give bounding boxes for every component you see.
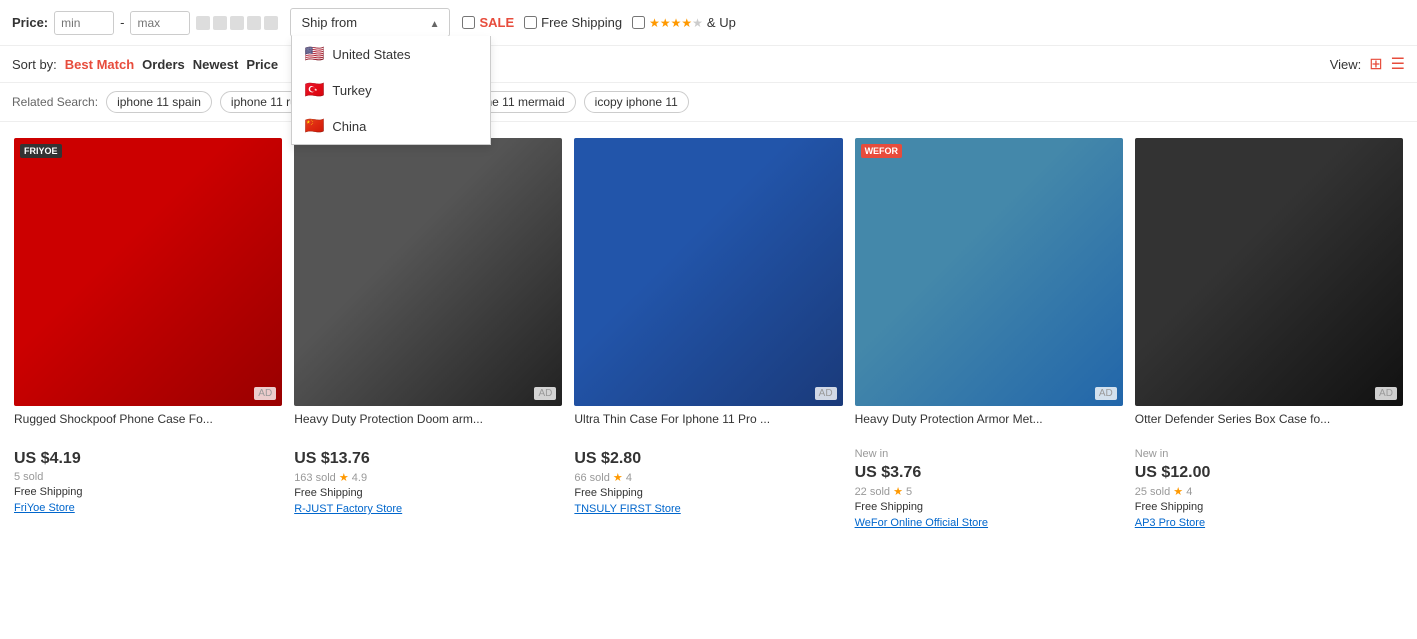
product-meta-3: 66 sold ★ 4 [574, 471, 842, 484]
store-link-4[interactable]: WeFor Online Official Store [855, 517, 1123, 529]
product-card-1[interactable]: FRIYOE AD Rugged Shockpoof Phone Case Fo… [8, 132, 288, 535]
product-price-3: US $2.80 [574, 450, 842, 468]
store-link-2[interactable]: R-JUST Factory Store [294, 503, 562, 515]
product-meta-5: 25 sold ★ 4 [1135, 485, 1403, 498]
ad-badge-3: AD [815, 387, 837, 400]
ship-from-trigger[interactable]: Ship from [291, 9, 449, 36]
product-img-placeholder-2 [294, 138, 562, 406]
product-image-4: WEFOR AD [855, 138, 1123, 406]
stars-icon: ★★★★★ [649, 16, 703, 30]
us-label: United States [332, 47, 410, 62]
new-in-5: New in [1135, 448, 1403, 460]
product-meta-1: 5 sold [14, 471, 282, 483]
ship-from-label: Ship from [301, 15, 357, 30]
ad-badge-5: AD [1375, 387, 1397, 400]
turkey-flag-icon: 🇹🇷 [304, 80, 324, 100]
sale-checkbox[interactable] [462, 16, 475, 29]
free-shipping-checkbox[interactable] [524, 16, 537, 29]
sort-orders[interactable]: Orders [142, 57, 185, 72]
price-min-input[interactable] [54, 11, 114, 35]
product-price-2: US $13.76 [294, 450, 562, 468]
tag-iphone11-spain[interactable]: iphone 11 spain [106, 91, 212, 113]
ship-from-us[interactable]: 🇺🇸 United States [292, 36, 490, 72]
ad-badge-2: AD [534, 387, 556, 400]
product-img-placeholder-3 [574, 138, 842, 406]
sale-label: SALE [479, 15, 514, 30]
product-card-5[interactable]: AD Otter Defender Series Box Case fo... … [1129, 132, 1409, 535]
ship-from-dropdown[interactable]: Ship from 🇺🇸 United States 🇹🇷 Turkey 🇨🇳 … [290, 8, 450, 37]
product-card-4[interactable]: WEFOR AD Heavy Duty Protection Armor Met… [849, 132, 1129, 535]
sort-label: Sort by: [12, 57, 57, 72]
product-image-5: AD [1135, 138, 1403, 406]
product-card-3[interactable]: AD Ultra Thin Case For Iphone 11 Pro ...… [568, 132, 848, 535]
ship-from-turkey[interactable]: 🇹🇷 Turkey [292, 72, 490, 108]
ad-badge-4: AD [1095, 387, 1117, 400]
sort-newest[interactable]: Newest [193, 57, 239, 72]
store-link-1[interactable]: FriYoe Store [14, 502, 282, 514]
product-title-2: Heavy Duty Protection Doom arm... [294, 412, 562, 446]
filter-checks: SALE Free Shipping ★★★★★ & Up [462, 15, 735, 30]
free-shipping-1: Free Shipping [14, 486, 282, 498]
product-img-placeholder-5 [1135, 138, 1403, 406]
product-title-4: Heavy Duty Protection Armor Met... [855, 412, 1123, 446]
china-flag-icon: 🇨🇳 [304, 116, 324, 136]
product-image-2: AD [294, 138, 562, 406]
price-filter: Price: - [12, 11, 278, 35]
product-card-2[interactable]: AD Heavy Duty Protection Doom arm... US … [288, 132, 568, 535]
sort-price[interactable]: Price [246, 57, 278, 72]
store-link-5[interactable]: AP3 Pro Store [1135, 517, 1403, 529]
ad-badge-1: AD [254, 387, 276, 400]
product-image-1: FRIYOE AD [14, 138, 282, 406]
china-label: China [332, 119, 366, 134]
price-slider[interactable] [196, 16, 278, 30]
price-dash: - [120, 15, 124, 30]
friyoe-badge: FRIYOE [20, 144, 62, 158]
products-grid: FRIYOE AD Rugged Shockpoof Phone Case Fo… [0, 122, 1417, 545]
wefor-badge: WEFOR [861, 144, 903, 158]
us-flag-icon: 🇺🇸 [304, 44, 324, 64]
free-shipping-5: Free Shipping [1135, 501, 1403, 513]
list-view-icon[interactable]: ☰ [1391, 54, 1405, 74]
product-img-placeholder-1 [14, 138, 282, 406]
free-shipping-filter[interactable]: Free Shipping [524, 15, 622, 30]
store-link-3[interactable]: TNSULY FIRST Store [574, 503, 842, 515]
product-title-3: Ultra Thin Case For Iphone 11 Pro ... [574, 412, 842, 446]
new-in-4: New in [855, 448, 1123, 460]
ship-from-china[interactable]: 🇨🇳 China [292, 108, 490, 144]
view-section: View: ⊞ ☰ [1330, 54, 1405, 74]
rating-filter[interactable]: ★★★★★ & Up [632, 15, 736, 30]
product-title-5: Otter Defender Series Box Case fo... [1135, 412, 1403, 446]
ship-from-menu: 🇺🇸 United States 🇹🇷 Turkey 🇨🇳 China [291, 36, 491, 145]
turkey-label: Turkey [332, 83, 371, 98]
product-price-5: US $12.00 [1135, 464, 1403, 482]
free-shipping-label: Free Shipping [541, 15, 622, 30]
sale-filter[interactable]: SALE [462, 15, 514, 30]
product-price-4: US $3.76 [855, 464, 1123, 482]
free-shipping-2: Free Shipping [294, 487, 562, 499]
free-shipping-3: Free Shipping [574, 487, 842, 499]
and-up-label: & Up [707, 15, 736, 30]
product-image-3: AD [574, 138, 842, 406]
price-max-input[interactable] [130, 11, 190, 35]
price-label: Price: [12, 15, 48, 30]
tag-icopy-iphone11[interactable]: icopy iphone 11 [584, 91, 689, 113]
related-search: Related Search: iphone 11 spain iphone 1… [0, 83, 1417, 122]
view-label: View: [1330, 57, 1362, 72]
grid-view-icon[interactable]: ⊞ [1369, 54, 1382, 74]
free-shipping-4: Free Shipping [855, 501, 1123, 513]
related-label: Related Search: [12, 95, 98, 109]
product-img-placeholder-4 [855, 138, 1123, 406]
chevron-up-icon [430, 15, 440, 30]
product-title-1: Rugged Shockpoof Phone Case Fo... [14, 412, 282, 446]
sort-best-match[interactable]: Best Match [65, 57, 134, 72]
sort-bar: Sort by: Best Match Orders Newest Price … [0, 46, 1417, 83]
rating-checkbox[interactable] [632, 16, 645, 29]
product-meta-4: 22 sold ★ 5 [855, 485, 1123, 498]
product-meta-2: 163 sold ★ 4.9 [294, 471, 562, 484]
filter-bar: Price: - Ship from 🇺🇸 United States 🇹🇷 T… [0, 0, 1417, 46]
product-price-1: US $4.19 [14, 450, 282, 468]
